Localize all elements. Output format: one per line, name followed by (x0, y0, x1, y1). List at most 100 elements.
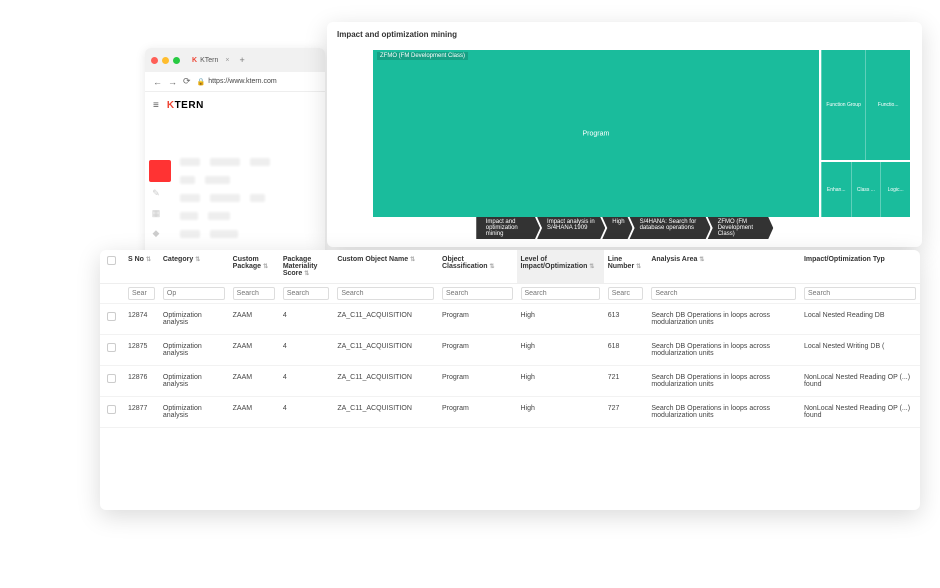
cell-materiality: 4 (279, 304, 334, 335)
sort-icon[interactable]: ⇅ (146, 257, 151, 263)
cell-type: NonLocal Nested Reading OP (...) found (800, 366, 920, 397)
minimize-icon[interactable] (162, 57, 169, 64)
sort-icon[interactable]: ⇅ (304, 271, 309, 277)
cell-package: ZAAM (229, 335, 279, 366)
cell-category: Optimization analysis (159, 397, 229, 428)
breadcrumb-item[interactable]: ZFMO (FM Development Class) (708, 217, 774, 239)
tab-close-icon[interactable]: × (225, 57, 229, 64)
window-controls[interactable] (151, 57, 180, 64)
table-row[interactable]: 12875Optimization analysisZAAM4ZA_C11_AC… (100, 335, 920, 366)
sort-icon[interactable]: ⇅ (490, 264, 495, 270)
treemap-cell[interactable]: Logic... (880, 162, 910, 217)
cell-materiality: 4 (279, 397, 334, 428)
sort-icon[interactable]: ⇅ (699, 257, 704, 263)
url-field[interactable]: 🔒 https://www.ktern.com (197, 78, 277, 86)
cell-area: Search DB Operations in loops across mod… (647, 366, 800, 397)
cell-objname: ZA_C11_ACQUISITION (333, 304, 438, 335)
col-objname[interactable]: Custom Object Name⇅ (333, 250, 438, 284)
back-icon[interactable]: ← (153, 77, 162, 87)
nav-icon-1[interactable]: ✎ (151, 188, 161, 198)
filter-row (100, 284, 920, 304)
filter-objname[interactable] (337, 287, 434, 300)
table-header-row: S No⇅ Category⇅ Custom Package⇅ Package … (100, 250, 920, 284)
breadcrumb-item[interactable]: Impact analysis in S/4HANA 1909 (537, 217, 605, 239)
treemap-main-block[interactable]: ZFMO (FM Development Class) Program (373, 50, 819, 217)
filter-classification[interactable] (442, 287, 513, 300)
col-line[interactable]: Line Number⇅ (604, 250, 648, 284)
treemap-row-bottom: Enhan... Class ... Logic... (821, 162, 910, 217)
reload-icon[interactable]: ⟳ (183, 76, 191, 87)
results-table-panel: S No⇅ Category⇅ Custom Package⇅ Package … (100, 250, 920, 510)
cell-type: Local Nested Writing DB ( (800, 335, 920, 366)
maximize-icon[interactable] (173, 57, 180, 64)
cell-classification: Program (438, 397, 517, 428)
filter-package[interactable] (233, 287, 275, 300)
treemap-chart[interactable]: ZFMO (FM Development Class) Program Func… (373, 50, 910, 217)
sort-icon[interactable]: ⇅ (589, 264, 594, 270)
breadcrumb: Impact and optimization mining Impact an… (476, 217, 774, 239)
cell-area: Search DB Operations in loops across mod… (647, 335, 800, 366)
cell-type: Local Nested Reading DB (800, 304, 920, 335)
breadcrumb-item[interactable]: Impact and optimization mining (476, 217, 540, 239)
treemap-block-center: Program (582, 130, 609, 137)
treemap-cell[interactable]: Class ... (851, 162, 881, 217)
sort-icon[interactable]: ⇅ (636, 264, 641, 270)
col-materiality[interactable]: Package Materiality Score⇅ (279, 250, 334, 284)
cell-level: High (517, 304, 604, 335)
filter-level[interactable] (521, 287, 600, 300)
treemap-cell[interactable]: Functio... (865, 50, 910, 160)
col-package[interactable]: Custom Package⇅ (229, 250, 279, 284)
filter-line[interactable] (608, 287, 644, 300)
cell-sno: 12874 (124, 304, 159, 335)
sort-icon[interactable]: ⇅ (263, 264, 268, 270)
col-area[interactable]: Analysis Area⇅ (647, 250, 800, 284)
close-icon[interactable] (151, 57, 158, 64)
col-sno[interactable]: S No⇅ (124, 250, 159, 284)
filter-type[interactable] (804, 287, 916, 300)
select-all-checkbox[interactable] (107, 256, 116, 265)
tab-favicon-icon: K (192, 57, 197, 64)
row-checkbox[interactable] (107, 312, 116, 321)
filter-category[interactable] (163, 287, 225, 300)
table-row[interactable]: 12876Optimization analysisZAAM4ZA_C11_AC… (100, 366, 920, 397)
browser-tab[interactable]: K KTern × (192, 57, 229, 64)
cell-objname: ZA_C11_ACQUISITION (333, 397, 438, 428)
cell-materiality: 4 (279, 366, 334, 397)
nav-icon-3[interactable]: ◆ (151, 228, 161, 238)
row-checkbox[interactable] (107, 374, 116, 383)
nav-icon-2[interactable]: ▦ (151, 208, 161, 218)
breadcrumb-item[interactable]: High (602, 217, 632, 239)
cell-classification: Program (438, 366, 517, 397)
cell-line: 618 (604, 335, 648, 366)
sort-icon[interactable]: ⇅ (195, 257, 200, 263)
filter-sno[interactable] (128, 287, 155, 300)
breadcrumb-item[interactable]: S/4HANA: Search for database operations (630, 217, 711, 239)
col-category[interactable]: Category⇅ (159, 250, 229, 284)
content-placeholder (180, 158, 317, 238)
lock-icon: 🔒 (197, 78, 206, 86)
filter-materiality[interactable] (283, 287, 330, 300)
treemap-cell[interactable]: Function Group (821, 50, 866, 160)
row-checkbox[interactable] (107, 343, 116, 352)
cell-package: ZAAM (229, 304, 279, 335)
col-type[interactable]: Impact/Optimization Typ (800, 250, 920, 284)
col-classification[interactable]: Object Classification⇅ (438, 250, 517, 284)
forward-icon[interactable]: → (168, 77, 177, 87)
treemap-cell[interactable]: Enhan... (821, 162, 851, 217)
panel-title: Impact and optimization mining (337, 30, 912, 39)
col-level[interactable]: Level of Impact/Optimization⇅ (517, 250, 604, 284)
cell-package: ZAAM (229, 397, 279, 428)
cell-sno: 12877 (124, 397, 159, 428)
row-checkbox[interactable] (107, 405, 116, 414)
browser-tab-bar: K KTern × + (145, 48, 325, 72)
filter-area[interactable] (651, 287, 796, 300)
menu-icon[interactable]: ≡ (153, 100, 159, 111)
treemap-side: Function Group Functio... Enhan... Class… (821, 50, 910, 217)
sort-icon[interactable]: ⇅ (410, 257, 415, 263)
new-tab-icon[interactable]: + (239, 55, 244, 65)
cell-type: NonLocal Nested Reading OP (...) found (800, 397, 920, 428)
cell-package: ZAAM (229, 366, 279, 397)
table-row[interactable]: 12877Optimization analysisZAAM4ZA_C11_AC… (100, 397, 920, 428)
table-row[interactable]: 12874Optimization analysisZAAM4ZA_C11_AC… (100, 304, 920, 335)
cell-objname: ZA_C11_ACQUISITION (333, 366, 438, 397)
